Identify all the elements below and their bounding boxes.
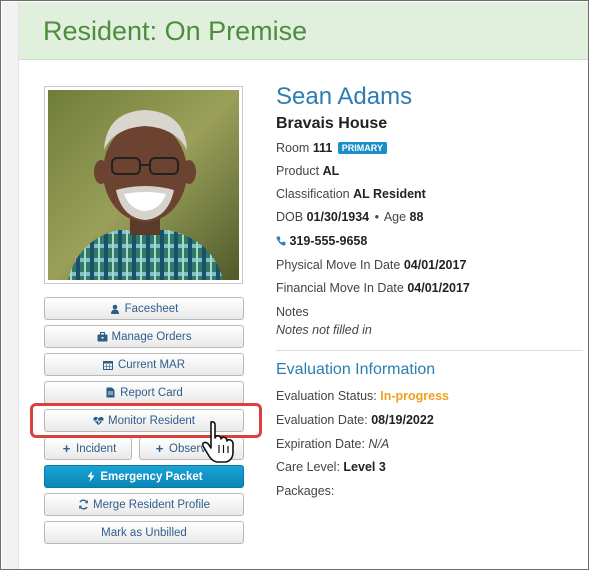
expiration-date-value: N/A [368, 437, 390, 451]
physical-move-label: Physical Move In Date [276, 258, 401, 272]
product-value: AL [322, 164, 340, 178]
notes-label: Notes [276, 305, 309, 319]
briefcase-icon [97, 331, 108, 342]
incident-button[interactable]: + Incident [44, 437, 132, 460]
phone-number[interactable]: 319-555-9658 [289, 234, 367, 248]
report-card-label: Report Card [120, 386, 183, 399]
resident-portrait-image [48, 90, 239, 280]
physical-move-value: 04/01/2017 [403, 258, 467, 272]
physical-move-row: Physical Move In Date 04/01/2017 [276, 258, 466, 272]
classification-row: Classification AL Resident [276, 187, 426, 201]
page-title: Resident: On Premise [43, 16, 308, 46]
current-mar-label: Current MAR [117, 358, 186, 371]
evaluation-date-label: Evaluation Date: [276, 413, 368, 427]
room-label: Room [276, 141, 310, 155]
incident-label: Incident [76, 442, 117, 455]
manage-orders-button[interactable]: Manage Orders [44, 325, 244, 348]
facesheet-button[interactable]: Facesheet [44, 297, 244, 320]
packages-label: Packages: [276, 484, 335, 498]
dob-value: 01/30/1934 [306, 210, 370, 224]
mark-as-unbilled-label: Mark as Unbilled [101, 526, 187, 539]
age-separator: • [374, 210, 380, 224]
financial-move-label: Financial Move In Date [276, 281, 404, 295]
classification-value: AL Resident [353, 187, 426, 201]
user-icon [110, 303, 121, 314]
classification-label: Classification [276, 187, 350, 201]
emergency-packet-button[interactable]: Emergency Packet [44, 465, 244, 488]
plus-icon: + [155, 441, 164, 456]
primary-badge: PRIMARY [337, 142, 387, 154]
care-level-row: Care Level: Level 3 [276, 460, 386, 474]
notes-value: Notes not filled in [276, 323, 372, 337]
product-label: Product [276, 164, 320, 178]
resident-name: Sean Adams [276, 83, 413, 110]
plus-icon: + [62, 441, 71, 456]
age-label: Age [383, 210, 407, 224]
care-level-value: Level 3 [343, 460, 386, 474]
facesheet-label: Facesheet [124, 302, 179, 315]
monitor-resident-label: Monitor Resident [108, 414, 195, 427]
current-mar-button[interactable]: Current MAR [44, 353, 244, 376]
merge-resident-profile-label: Merge Resident Profile [93, 498, 210, 511]
financial-move-row: Financial Move In Date 04/01/2017 [276, 281, 470, 295]
app-window: Resident: On Premise Facesheet Manage Or… [0, 0, 589, 570]
phone-icon [276, 235, 286, 249]
dob-row: DOB 01/30/1934 • Age 88 [276, 210, 423, 224]
room-value: 111 [312, 141, 333, 155]
phone-row: 319-555-9658 [276, 234, 367, 249]
expiration-date-row: Expiration Date: N/A [276, 437, 389, 451]
evaluation-status-value: In-progress [380, 389, 450, 403]
resident-photo [44, 86, 243, 284]
merge-resident-profile-button[interactable]: Merge Resident Profile [44, 493, 244, 516]
report-card-button[interactable]: Report Card [44, 381, 244, 404]
expiration-date-label: Expiration Date: [276, 437, 365, 451]
age-value: 88 [409, 210, 424, 224]
bolt-icon [85, 471, 96, 482]
mark-as-unbilled-button[interactable]: Mark as Unbilled [44, 521, 244, 544]
evaluation-date-row: Evaluation Date: 08/19/2022 [276, 413, 434, 427]
evaluation-status-label: Evaluation Status: [276, 389, 377, 403]
heartbeat-icon [93, 415, 104, 426]
product-row: Product AL [276, 164, 339, 178]
resident-house: Bravais House [276, 115, 388, 132]
care-level-label: Care Level: [276, 460, 340, 474]
hand-pointer-icon [201, 420, 234, 463]
evaluation-status-row: Evaluation Status: In-progress [276, 389, 449, 403]
evaluation-section-title: Evaluation Information [276, 361, 436, 378]
document-icon [105, 387, 116, 398]
evaluation-date-value: 08/19/2022 [371, 413, 434, 427]
room-row: Room 111 PRIMARY [276, 141, 387, 155]
dob-label: DOB [276, 210, 304, 224]
page-header: Resident: On Premise [19, 2, 588, 60]
calendar-icon [103, 359, 114, 370]
emergency-packet-label: Emergency Packet [100, 470, 203, 483]
refresh-icon [78, 499, 89, 510]
section-divider [276, 350, 583, 351]
left-gutter [2, 2, 19, 569]
manage-orders-label: Manage Orders [111, 330, 192, 343]
financial-move-value: 04/01/2017 [407, 281, 470, 295]
